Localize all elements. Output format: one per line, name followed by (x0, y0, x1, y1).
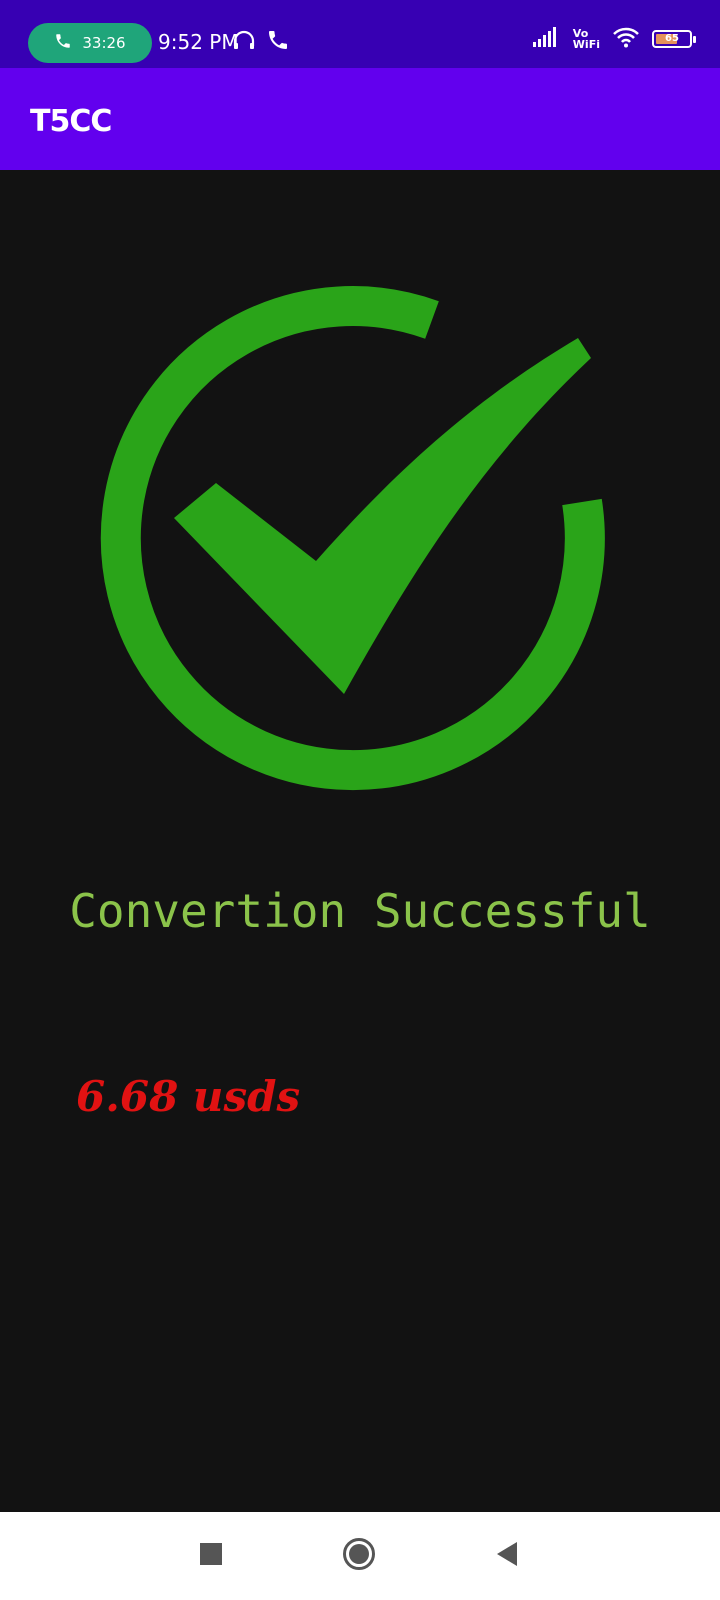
headphones-icon (232, 28, 256, 56)
battery-level-text: 65 (665, 33, 679, 44)
converted-amount: 6.68 usds (76, 1072, 301, 1121)
back-triangle-icon (495, 1541, 519, 1571)
home-button[interactable] (337, 1534, 381, 1578)
app-title: T5CC (30, 104, 112, 139)
app-bar: T5CC (0, 68, 720, 170)
system-nav-bar (0, 1512, 720, 1600)
success-message: Convertion Successful (69, 884, 651, 938)
phone-icon (54, 32, 72, 54)
call-timer: 33:26 (82, 34, 126, 52)
status-time: 9:52 PM (158, 30, 239, 54)
check-circle-icon (100, 286, 620, 806)
checkmark-shape (174, 338, 591, 694)
ongoing-call-pill[interactable]: 33:26 (28, 23, 152, 63)
vowifi-bottom-label: WiFi (572, 38, 600, 51)
phone-call-icon (266, 28, 290, 56)
status-bar: 33:26 9:52 PM Vo WiFi 65 (0, 0, 720, 68)
recents-button[interactable] (189, 1534, 233, 1578)
wifi-icon (612, 26, 640, 52)
home-circle-icon (342, 1537, 376, 1575)
battery-icon: 65 (652, 30, 696, 48)
vowifi-indicator: Vo WiFi (573, 28, 600, 50)
signal-icon (532, 26, 561, 52)
back-button[interactable] (485, 1534, 529, 1578)
recents-square-icon (199, 1542, 223, 1570)
